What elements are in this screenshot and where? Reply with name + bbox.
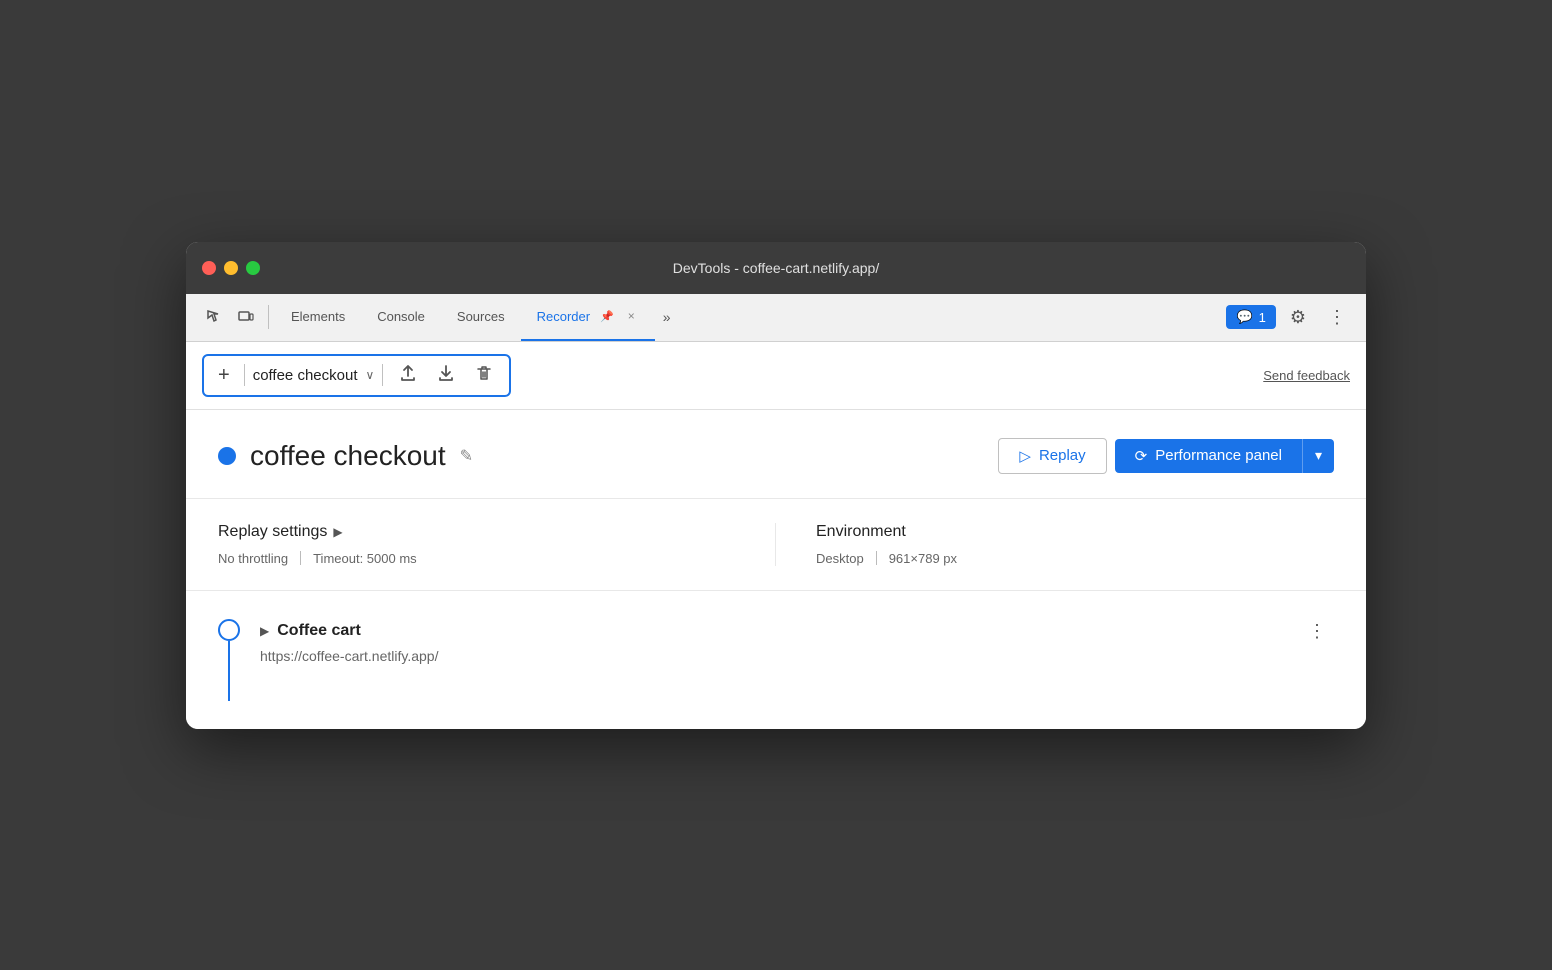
recording-actions: ▷ Replay ⟳ Performance panel ▾	[998, 438, 1334, 474]
controls-separator	[244, 364, 245, 386]
controls-separator-2	[382, 364, 383, 386]
recording-action-buttons	[391, 360, 501, 391]
inspect-element-button[interactable]	[198, 303, 230, 331]
environment-col: Environment Desktop 961×789 px	[776, 523, 1334, 566]
settings-grid: Replay settings ▶ No throttling Timeout:…	[218, 523, 1334, 566]
perf-panel-icon: ⟳	[1135, 447, 1148, 465]
recording-name: coffee checkout	[253, 367, 358, 384]
import-icon	[437, 364, 455, 382]
export-recording-button[interactable]	[391, 360, 425, 391]
tab-recorder[interactable]: Recorder 📌 ×	[521, 293, 655, 341]
main-content: coffee checkout ✎ ▷ Replay ⟳ Performance…	[186, 410, 1366, 729]
settings-section: Replay settings ▶ No throttling Timeout:…	[186, 499, 1366, 591]
toolbar-separator	[268, 305, 269, 329]
chevron-down-icon: ∨	[365, 368, 374, 382]
settings-button[interactable]: ⚙	[1284, 303, 1312, 332]
device-toolbar-button[interactable]	[230, 303, 262, 331]
environment-detail: Desktop 961×789 px	[816, 551, 1334, 566]
step-title-area: ▶ Coffee cart	[260, 622, 361, 640]
devtools-toolbar: Elements Console Sources Recorder 📌 × » …	[186, 294, 1366, 342]
delete-icon	[475, 364, 493, 382]
tab-list: Elements Console Sources Recorder 📌 × »	[275, 293, 1226, 341]
tab-sources[interactable]: Sources	[441, 293, 521, 341]
replay-settings-detail: No throttling Timeout: 5000 ms	[218, 551, 735, 566]
feedback-count: 1	[1259, 310, 1266, 325]
steps-section: ▶ Coffee cart ⋮ https://coffee-cart.netl…	[186, 591, 1366, 729]
tab-close-icon[interactable]: ×	[624, 307, 639, 325]
toolbar-right: 💬 1 ⚙ ⋮	[1226, 303, 1354, 332]
window-title: DevTools - coffee-cart.netlify.app/	[673, 260, 879, 276]
performance-panel-button[interactable]: ⟳ Performance panel	[1115, 439, 1302, 473]
replay-button[interactable]: ▷ Replay	[998, 438, 1106, 474]
recording-selector[interactable]: coffee checkout ∨	[253, 367, 375, 384]
resolution-label: 961×789 px	[889, 551, 957, 566]
export-icon	[399, 364, 417, 382]
devtools-window: DevTools - coffee-cart.netlify.app/ Elem…	[186, 242, 1366, 729]
recording-title-area: coffee checkout ✎	[218, 440, 473, 472]
more-options-button[interactable]: ⋮	[1320, 303, 1354, 332]
import-recording-button[interactable]	[429, 360, 463, 391]
edit-title-icon[interactable]: ✎	[460, 446, 473, 466]
feedback-icon: 💬	[1236, 309, 1252, 325]
step-circle	[218, 619, 240, 641]
tab-console[interactable]: Console	[361, 293, 441, 341]
close-button[interactable]	[202, 261, 216, 275]
timeout-label: Timeout: 5000 ms	[313, 551, 417, 566]
env-detail-separator	[876, 551, 877, 565]
perf-panel-label: Performance panel	[1155, 447, 1282, 464]
plus-icon: +	[218, 364, 230, 387]
recording-status-dot	[218, 447, 236, 465]
recorder-controls: + coffee checkout ∨	[202, 354, 511, 397]
replay-settings-arrow: ▶	[333, 525, 342, 539]
perf-panel-dropdown-button[interactable]: ▾	[1302, 439, 1334, 473]
step-content: ▶ Coffee cart ⋮ https://coffee-cart.netl…	[260, 619, 1334, 664]
recording-title: coffee checkout	[250, 440, 446, 472]
replay-label: Replay	[1039, 447, 1086, 464]
perf-panel-group: ⟳ Performance panel ▾	[1115, 439, 1334, 473]
recorder-toolbar: + coffee checkout ∨	[186, 342, 1366, 410]
minimize-button[interactable]	[224, 261, 238, 275]
delete-recording-button[interactable]	[467, 360, 501, 391]
traffic-lights	[202, 261, 260, 275]
environment-label: Environment	[816, 523, 906, 541]
titlebar: DevTools - coffee-cart.netlify.app/	[186, 242, 1366, 294]
replay-settings-label: Replay settings	[218, 523, 327, 541]
detail-separator	[300, 551, 301, 565]
step-url: https://coffee-cart.netlify.app/	[260, 648, 1334, 664]
step-connector	[218, 619, 240, 701]
add-recording-button[interactable]: +	[212, 362, 236, 389]
recording-header: coffee checkout ✎ ▷ Replay ⟳ Performance…	[186, 410, 1366, 499]
send-feedback-link[interactable]: Send feedback	[1263, 368, 1350, 383]
throttling-label: No throttling	[218, 551, 288, 566]
environment-heading: Environment	[816, 523, 1334, 541]
tab-elements[interactable]: Elements	[275, 293, 361, 341]
replay-settings-heading[interactable]: Replay settings ▶	[218, 523, 735, 541]
replay-icon: ▷	[1019, 447, 1031, 465]
desktop-label: Desktop	[816, 551, 864, 566]
feedback-badge[interactable]: 💬 1	[1226, 305, 1275, 329]
step-header: ▶ Coffee cart ⋮	[260, 619, 1334, 644]
step-menu-button[interactable]: ⋮	[1300, 619, 1334, 644]
step-title: Coffee cart	[277, 622, 361, 640]
fullscreen-button[interactable]	[246, 261, 260, 275]
step-expand-icon[interactable]: ▶	[260, 624, 269, 638]
step-line	[228, 641, 230, 701]
replay-settings-col: Replay settings ▶ No throttling Timeout:…	[218, 523, 776, 566]
step-item: ▶ Coffee cart ⋮ https://coffee-cart.netl…	[218, 619, 1334, 701]
pin-icon: 📌	[600, 310, 614, 323]
more-tabs-button[interactable]: »	[655, 293, 679, 341]
dropdown-arrow-icon: ▾	[1315, 447, 1322, 463]
